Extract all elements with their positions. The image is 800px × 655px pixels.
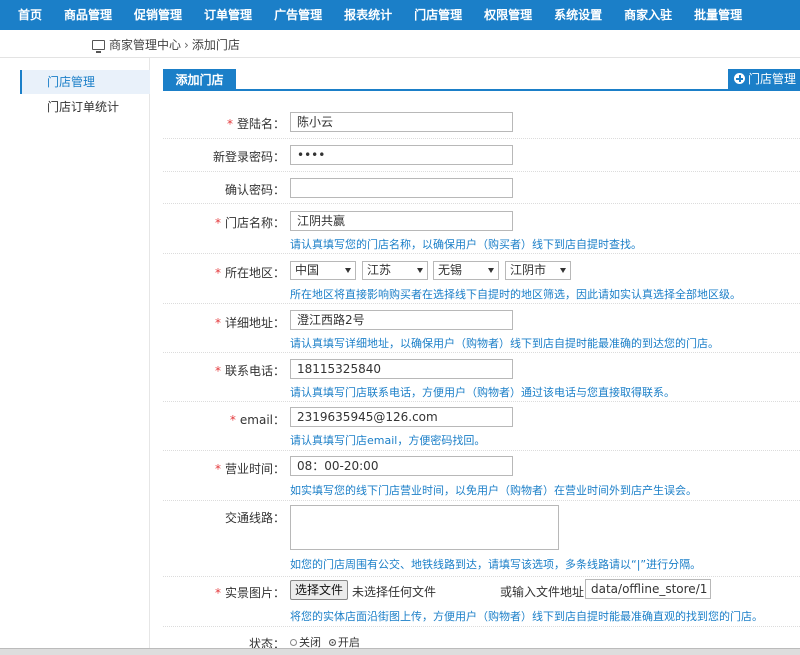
sidebar-item-store-order-stats[interactable]: 门店订单统计: [20, 95, 150, 119]
form-row-phone: * 联系电话： 18115325840 请认真填写门店联系电话，方便用户（购物者）…: [163, 353, 800, 402]
nav-item-1[interactable]: 商品管理: [64, 0, 112, 30]
route-hint: 如您的门店周围有公交、地铁线路到达，请填写该选项，多条线路请以“|”进行分隔。: [290, 558, 702, 571]
new-password-input[interactable]: ••••: [290, 145, 513, 165]
chevron-down-icon: [417, 268, 423, 273]
form-row-state: 状态： 关闭 开启: [163, 627, 800, 651]
city-select[interactable]: 无锡: [433, 261, 499, 280]
email-input[interactable]: 2319635945@126.com: [290, 407, 513, 427]
form-row-confirm-password: 确认密码：: [163, 172, 800, 204]
form-row-region: * 所在地区： 中国 江苏 无锡 江阴市 所在地区将直接影响购买者在选择线下自提时…: [163, 254, 800, 304]
store-name-input[interactable]: 江阴共赢: [290, 211, 513, 231]
breadcrumb: 商家管理中心 › 添加门店: [92, 36, 240, 53]
nav-item-3[interactable]: 订单管理: [204, 0, 252, 30]
breadcrumb-bar: 商家管理中心 › 添加门店: [0, 30, 800, 58]
store-name-label: * 门店名称：: [214, 216, 285, 230]
tab-bar: 添加门店: [163, 69, 800, 91]
login-name-label: * 登陆名：: [226, 117, 285, 131]
hours-hint: 如实填写您的线下门店营业时间，以免用户（购物者）在营业时间外到店产生误会。: [290, 484, 697, 497]
form-row-hours: * 营业时间： 08：00-20:00 如实填写您的线下门店营业时间，以免用户（购…: [163, 451, 800, 501]
hours-input[interactable]: 08：00-20:00: [290, 456, 513, 476]
nav-item-6[interactable]: 门店管理: [414, 0, 462, 30]
nav-item-2[interactable]: 促销管理: [134, 0, 182, 30]
form-row-photo: * 实景图片： 选择文件 未选择任何文件 或输入文件地址 data/offline…: [163, 577, 800, 627]
breadcrumb-current: 添加门店: [191, 38, 240, 52]
breadcrumb-separator: ›: [184, 37, 189, 52]
photo-hint: 将您的实体店面沿街图上传，方便用户（购物者）线下到店自提时能最准确直观的找到您的…: [290, 610, 763, 623]
form-row-route: 交通线路： 如您的门店周围有公交、地铁线路到达，请填写该选项，多条线路请以“|”…: [163, 501, 800, 577]
region-label: * 所在地区：: [214, 266, 285, 280]
login-name-input[interactable]: 陈小云: [290, 112, 513, 132]
taskbar: [0, 648, 800, 655]
confirm-password-input[interactable]: [290, 178, 513, 198]
radio-icon: [290, 638, 297, 646]
computer-icon: [92, 39, 105, 53]
chevron-down-icon: [345, 268, 351, 273]
nav-item-9[interactable]: 商家入驻: [624, 0, 672, 30]
phone-input[interactable]: 18115325840: [290, 359, 513, 379]
phone-label: * 联系电话：: [214, 364, 285, 378]
region-hint: 所在地区将直接影响购买者在选择线下自提时的地区筛选，因此请如实认真选择全部地区级…: [290, 288, 741, 301]
plus-circle-icon: [734, 73, 745, 84]
province-select[interactable]: 江苏: [362, 261, 428, 280]
address-hint: 请认真填写详细地址，以确保用户（购物者）线下到店自提时能最准确的到达您的门店。: [290, 337, 719, 350]
nav-item-7[interactable]: 权限管理: [484, 0, 532, 30]
store-name-hint: 请认真填写您的门店名称，以确保用户（购买者）线下到店自提时查找。: [290, 238, 642, 251]
district-select[interactable]: 江阴市: [505, 261, 571, 280]
email-hint: 请认真填写门店email，方便密码找回。: [290, 434, 486, 447]
form-row-new-password: 新登录密码： ••••: [163, 139, 800, 172]
store-management-button[interactable]: 门店管理: [728, 69, 800, 89]
nav-item-0[interactable]: 首页: [18, 0, 42, 30]
top-nav: 首页 商品管理 促销管理 订单管理 广告管理 报表统计 门店管理 权限管理 系统设置 商家入驻 批量…: [0, 0, 800, 30]
route-label: 交通线路：: [224, 511, 285, 525]
form-row-login-name: * 登陆名： 陈小云: [163, 109, 800, 139]
photo-label: * 实景图片：: [214, 586, 285, 600]
hours-label: * 营业时间：: [214, 462, 285, 476]
breadcrumb-home[interactable]: 商家管理中心: [109, 36, 181, 53]
route-textarea[interactable]: [290, 505, 559, 550]
radio-icon: [328, 638, 336, 646]
country-select[interactable]: 中国: [290, 261, 356, 280]
nav-item-4[interactable]: 广告管理: [274, 0, 322, 30]
sidebar-item-store-management[interactable]: 门店管理: [20, 70, 150, 94]
store-management-button-label: 门店管理: [748, 72, 797, 86]
file-status: 未选择任何文件: [352, 585, 437, 599]
file-url-label: 或输入文件地址: [500, 585, 585, 599]
form-row-email: * email： 2319635945@126.com 请认真填写门店email，…: [163, 402, 800, 451]
address-label: * 详细地址：: [214, 316, 285, 330]
sidebar: 门店管理 门店订单统计: [0, 58, 150, 655]
address-input[interactable]: 澄江西路2号: [290, 310, 513, 330]
nav-item-8[interactable]: 系统设置: [554, 0, 602, 30]
new-password-label: 新登录密码：: [212, 150, 285, 164]
nav-item-5[interactable]: 报表统计: [344, 0, 392, 30]
confirm-password-label: 确认密码：: [224, 183, 285, 197]
form-row-store-name: * 门店名称： 江阴共赢 请认真填写您的门店名称，以确保用户（购买者）线下到店自提…: [163, 204, 800, 254]
tab-add-store[interactable]: 添加门店: [163, 69, 236, 91]
form-row-address: * 详细地址： 澄江西路2号 请认真填写详细地址，以确保用户（购物者）线下到店自提…: [163, 304, 800, 353]
file-url-input[interactable]: data/offline_store/1: [585, 579, 711, 599]
email-label: * email：: [229, 413, 285, 427]
nav-item-10[interactable]: 批量管理: [694, 0, 742, 30]
phone-hint: 请认真填写门店联系电话，方便用户（购物者）通过该电话与您直接取得联系。: [290, 386, 675, 399]
choose-file-button[interactable]: 选择文件: [290, 580, 348, 600]
chevron-down-icon: [488, 268, 494, 273]
chevron-down-icon: [560, 268, 566, 273]
